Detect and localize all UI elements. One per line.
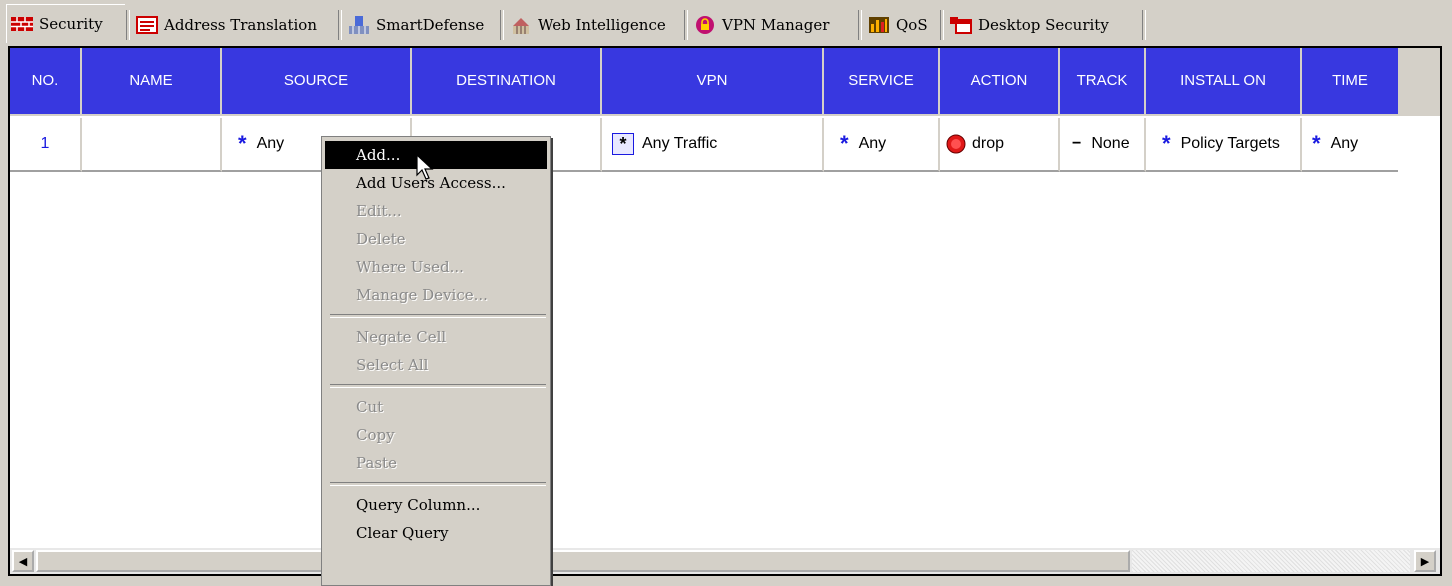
cell-time-value: Any [1330, 135, 1359, 152]
scroll-right-arrow-icon[interactable]: ▶ [1414, 550, 1436, 572]
menu-item-where-used[interactable]: Where Used... [322, 253, 550, 281]
cell-install-on[interactable]: * Policy Targets [1146, 118, 1302, 172]
menu-item-select-all[interactable]: Select All [322, 351, 550, 379]
tab-smartdefense[interactable]: SmartDefense [338, 8, 498, 42]
policy-tab-bar: Security Address Translation SmartDefens… [0, 0, 1452, 46]
any-star-icon: * [840, 131, 849, 156]
menu-item-manage-device[interactable]: Manage Device... [322, 281, 550, 309]
tab-label: VPN Manager [722, 16, 830, 34]
scrollbar-track[interactable] [1132, 550, 1410, 572]
tab-address-translation[interactable]: Address Translation [126, 8, 336, 42]
any-star-icon: * [1162, 131, 1171, 156]
address-translation-icon [136, 16, 158, 34]
column-header-install-on[interactable]: INSTALL ON [1146, 48, 1302, 116]
cell-service-value: Any [858, 135, 887, 152]
scrollbar-thumb[interactable] [36, 550, 1130, 572]
tab-label: Web Intelligence [538, 16, 666, 34]
any-star-icon: * [238, 131, 247, 156]
column-header-row: NO. NAME SOURCE DESTINATION VPN SERVICE … [10, 48, 1440, 116]
table-row[interactable]: 1 * Any * Any Traffic * Any drop − None … [10, 118, 1440, 172]
column-header-no[interactable]: NO. [10, 48, 82, 116]
column-header-track[interactable]: TRACK [1060, 48, 1146, 116]
cell-vpn[interactable]: * Any Traffic [602, 118, 824, 172]
rule-base-grid: NO. NAME SOURCE DESTINATION VPN SERVICE … [8, 46, 1442, 576]
menu-item-query-column[interactable]: Query Column... [322, 491, 550, 519]
column-header-action[interactable]: ACTION [940, 48, 1060, 116]
cell-source-value: Any [256, 135, 285, 152]
cell-name[interactable] [82, 118, 222, 172]
cell-track[interactable]: − None [1060, 118, 1146, 172]
tab-label: QoS [896, 16, 928, 34]
menu-separator [330, 482, 546, 486]
cell-vpn-value: Any Traffic [642, 135, 718, 152]
desktop-security-icon [950, 16, 972, 34]
mouse-cursor-icon [416, 153, 436, 182]
drop-stop-icon [946, 134, 966, 154]
cell-install-on-value: Policy Targets [1180, 135, 1280, 152]
vpn-any-traffic-icon: * [612, 133, 634, 155]
menu-item-edit[interactable]: Edit... [322, 197, 550, 225]
tab-label: Desktop Security [978, 16, 1109, 34]
column-header-time[interactable]: TIME [1302, 48, 1398, 116]
menu-item-delete[interactable]: Delete [322, 225, 550, 253]
web-intelligence-icon [510, 16, 532, 34]
menu-item-negate-cell[interactable]: Negate Cell [322, 323, 550, 351]
menu-item-clear-query[interactable]: Clear Query [322, 519, 550, 547]
column-header-source[interactable]: SOURCE [222, 48, 412, 116]
security-firewall-icon [11, 15, 33, 33]
column-header-destination[interactable]: DESTINATION [412, 48, 602, 116]
menu-item-paste[interactable]: Paste [322, 449, 550, 477]
tab-desktop-security[interactable]: Desktop Security [940, 8, 1146, 42]
menu-separator [330, 384, 546, 388]
tab-label: Address Translation [164, 16, 317, 34]
context-menu: Add... Add Users Access... Edit... Delet… [321, 136, 551, 586]
tab-label: SmartDefense [376, 16, 485, 34]
cell-no[interactable]: 1 [10, 118, 82, 172]
cell-action-value: drop [972, 135, 1005, 152]
horizontal-scrollbar[interactable]: ◀ ▶ [10, 548, 1440, 574]
scroll-left-arrow-icon[interactable]: ◀ [12, 550, 34, 572]
menu-item-cut[interactable]: Cut [322, 393, 550, 421]
tab-qos[interactable]: QoS [858, 8, 938, 42]
column-header-name[interactable]: NAME [82, 48, 222, 116]
menu-item-copy[interactable]: Copy [322, 421, 550, 449]
smartdefense-icon [348, 16, 370, 34]
cell-service[interactable]: * Any [824, 118, 940, 172]
tab-vpn-manager[interactable]: VPN Manager [684, 8, 854, 42]
tab-web-intelligence[interactable]: Web Intelligence [500, 8, 680, 42]
tab-security[interactable]: Security [6, 4, 125, 43]
vpn-manager-lock-icon [694, 16, 716, 34]
column-header-vpn[interactable]: VPN [602, 48, 824, 116]
menu-item-add[interactable]: Add... [325, 141, 547, 169]
qos-icon [868, 16, 890, 34]
any-star-icon: * [1312, 131, 1321, 156]
tab-label: Security [39, 15, 103, 33]
cell-action[interactable]: drop [940, 118, 1060, 172]
none-dash-icon: − [1072, 135, 1082, 152]
menu-separator [330, 314, 546, 318]
cell-time[interactable]: * Any [1302, 118, 1398, 172]
column-header-service[interactable]: SERVICE [824, 48, 940, 116]
menu-item-add-users-access[interactable]: Add Users Access... [322, 169, 550, 197]
cell-track-value: None [1091, 135, 1130, 152]
